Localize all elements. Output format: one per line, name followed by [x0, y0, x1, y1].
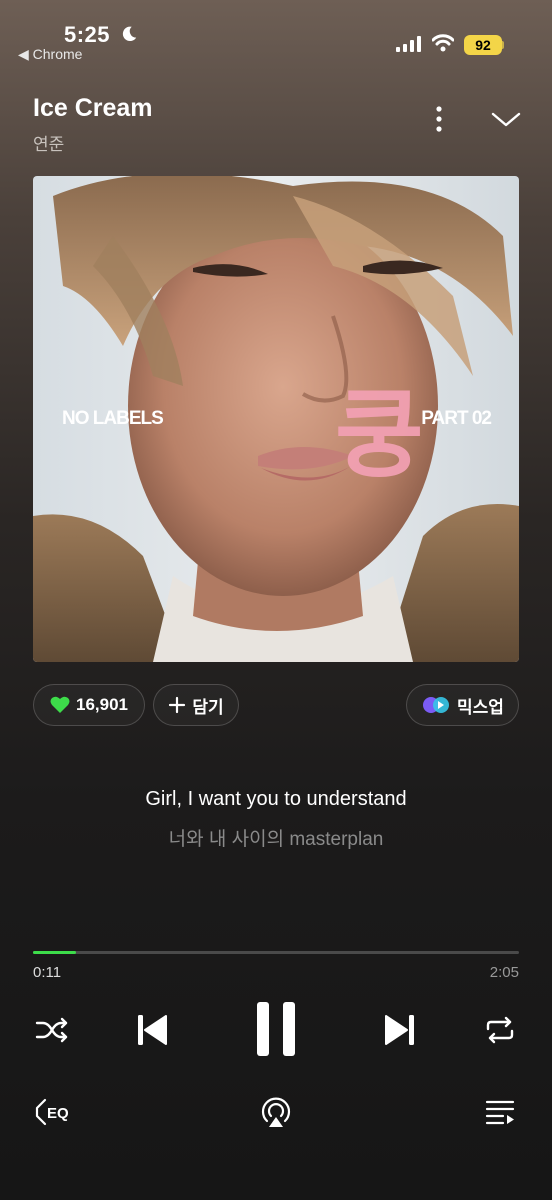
add-label: 담기 [192, 697, 224, 717]
mixup-label: 믹스업 [457, 697, 504, 717]
like-count: 16,901 [76, 695, 128, 714]
skip-next-icon [385, 1015, 414, 1045]
artist-name[interactable]: 연준 [33, 130, 64, 155]
song-title: Ice Cream [33, 94, 153, 122]
heart-icon [50, 696, 70, 714]
shuffle-button[interactable] [33, 1012, 71, 1048]
repeat-button[interactable] [482, 1012, 518, 1048]
airplay-icon [261, 1097, 291, 1127]
eq-button[interactable]: EQ [33, 1096, 77, 1128]
elapsed-time: 0:11 [33, 964, 62, 981]
status-time: 5:25 [64, 22, 111, 47]
progress-fill [33, 951, 76, 954]
skip-previous-icon [138, 1015, 167, 1045]
next-track-button[interactable] [380, 1010, 420, 1050]
current-lyric-line[interactable]: Girl, I want you to understand [0, 788, 552, 811]
airplay-button[interactable] [258, 1094, 294, 1130]
more-options-icon[interactable] [428, 104, 450, 134]
queue-button[interactable] [484, 1096, 516, 1128]
repeat-icon [486, 1016, 514, 1044]
battery-indicator: 92 [464, 35, 502, 55]
plus-icon [168, 696, 186, 714]
total-time: 2:05 [489, 964, 519, 981]
previous-track-button[interactable] [132, 1010, 172, 1050]
add-to-playlist-button[interactable]: 담기 [153, 684, 239, 726]
chevron-down-icon[interactable] [490, 108, 522, 130]
album-label-left: NO LABELS [62, 408, 164, 429]
battery-nub [501, 41, 504, 49]
cellular-signal-icon [396, 36, 421, 52]
progress-bar[interactable] [33, 951, 519, 954]
back-to-chrome-link[interactable]: ◀ Chrome [18, 46, 82, 63]
mixup-button[interactable]: 믹스업 [406, 684, 519, 726]
album-label-right: PART 02 [421, 408, 492, 429]
next-lyric-line[interactable]: 너와 내 사이의 masterplan [0, 824, 552, 851]
shuffle-icon [35, 1017, 68, 1043]
like-button[interactable]: 16,901 [33, 684, 145, 726]
sticker-text: 쿵 [335, 379, 423, 491]
album-art: 쿵 NO LABELS PART 02 [33, 176, 519, 662]
eq-icon: EQ [35, 1098, 69, 1126]
pause-button[interactable] [250, 998, 302, 1060]
eq-label: EQ [47, 1105, 69, 1122]
wifi-icon [432, 34, 454, 52]
moon-icon [122, 26, 137, 42]
pause-icon [257, 1002, 295, 1056]
mixup-icon [421, 695, 451, 715]
queue-icon [485, 1100, 515, 1125]
